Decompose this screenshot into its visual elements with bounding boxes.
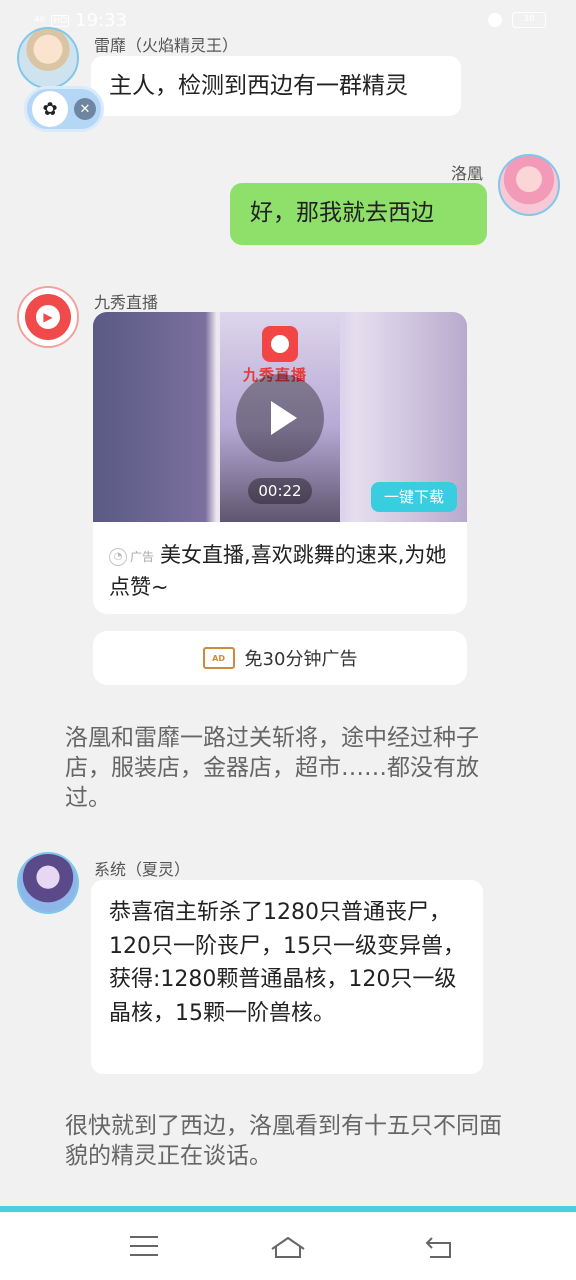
sender-name: 雷靡（火焰精灵王） bbox=[94, 36, 239, 55]
status-bar: 46 HD 19:33 38 bbox=[0, 0, 576, 40]
sender-name: 洛凰 bbox=[450, 164, 483, 183]
my-message-bubble: 好，那我就去西边 bbox=[230, 183, 487, 245]
floating-assistant-pill[interactable]: ✿ ✕ bbox=[24, 86, 104, 132]
ad-ticket-icon: AD bbox=[202, 647, 235, 669]
avatar-leimi[interactable] bbox=[17, 27, 79, 89]
paw-icon[interactable]: ✿ bbox=[32, 91, 68, 127]
jiuxiu-logo-icon: ▶ bbox=[25, 294, 71, 340]
play-button[interactable] bbox=[236, 374, 324, 462]
ad-tag-label: 广告 bbox=[130, 550, 155, 564]
navigation-bar bbox=[0, 1212, 576, 1280]
avatar-xialing[interactable] bbox=[17, 852, 79, 914]
narration-text: 洛凰和雷靡一路过关斩将，途中经过种子店，服装店，金器店，超市……都没有放过。 bbox=[65, 725, 479, 811]
ad-tag-icon: ◔ bbox=[109, 548, 127, 566]
status-time: 19:33 bbox=[75, 10, 128, 31]
ad-card[interactable]: 九秀直播 00:22 一键下载 ◔ 广告 美女直播,喜欢跳舞的速来,为她点赞~ bbox=[93, 312, 467, 614]
avatar-jiuxiu[interactable]: ▶ bbox=[17, 286, 79, 348]
menu-icon[interactable] bbox=[130, 1236, 158, 1256]
ad-tag: ◔ 广告 bbox=[109, 542, 154, 572]
home-icon[interactable] bbox=[270, 1234, 306, 1260]
avatar-luohuang[interactable] bbox=[498, 154, 560, 216]
ad-body: ◔ 广告 美女直播,喜欢跳舞的速来,为她点赞~ bbox=[93, 522, 467, 602]
narration-text: 很快就到了西边，洛凰看到有十五只不同面貌的精灵正在谈话。 bbox=[65, 1113, 502, 1169]
alarm-icon bbox=[488, 13, 502, 27]
play-icon bbox=[271, 401, 297, 435]
system-message-bubble: 恭喜宿主斩杀了1280只普通丧尸，120只一阶丧尸，15只一级变异兽，获得:12… bbox=[91, 880, 483, 1074]
battery-indicator: 38 bbox=[512, 12, 546, 28]
ad-free-label: 免30分钟广告 bbox=[244, 649, 358, 670]
back-icon[interactable] bbox=[424, 1234, 454, 1260]
status-right: 38 bbox=[488, 12, 546, 28]
network-badge: HD bbox=[51, 14, 70, 27]
message-bubble: 主人，检测到西边有一群精灵 bbox=[91, 56, 461, 116]
close-icon[interactable]: ✕ bbox=[74, 98, 96, 120]
ad-video[interactable]: 九秀直播 00:22 一键下载 bbox=[93, 312, 467, 522]
brand-logo-icon bbox=[262, 326, 298, 362]
ad-free-button[interactable]: AD 免30分钟广告 bbox=[93, 631, 467, 685]
signal-indicator: 46 bbox=[34, 15, 46, 25]
video-duration: 00:22 bbox=[248, 478, 312, 504]
sender-name: 九秀直播 bbox=[94, 293, 159, 312]
download-button[interactable]: 一键下载 bbox=[371, 482, 457, 512]
ad-text: 美女直播,喜欢跳舞的速来,为她点赞~ bbox=[109, 543, 447, 599]
sender-name: 系统（夏灵） bbox=[94, 860, 191, 879]
